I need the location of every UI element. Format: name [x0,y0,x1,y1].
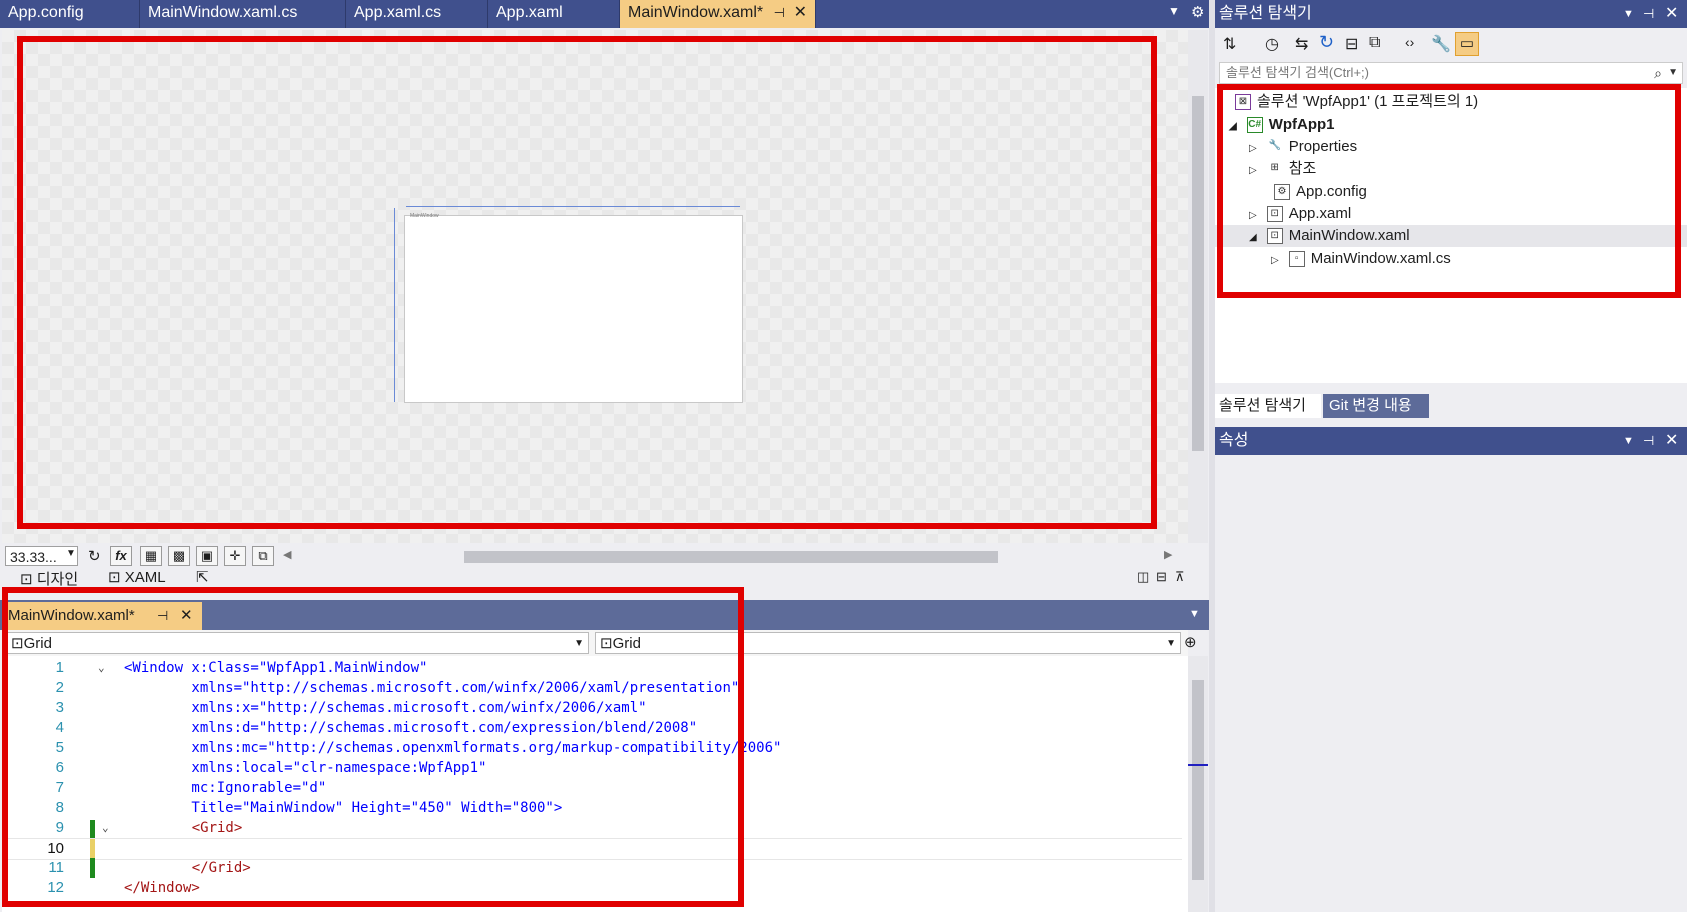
scroll-thumb[interactable] [1192,96,1204,451]
solution-explorer-header: 솔루션 탐색기 ▼ ⊣ ✕ [1215,0,1687,28]
split-horizontal-icon[interactable]: ⊟ [1156,569,1167,585]
popout-xaml-icon[interactable]: ⇱ [196,568,209,586]
split-vertical-icon[interactable]: ◫ [1137,569,1149,585]
code-view-icon[interactable]: ‹› [1405,34,1414,50]
tab-git-changes[interactable]: Git 변경 내용 [1323,394,1429,418]
doc-tab-label: App.config [8,4,84,21]
pin-icon[interactable]: ⊣ [774,0,785,26]
chevron-down-icon: ▼ [1166,638,1176,649]
artboard-background-button[interactable]: ▣ [196,546,218,566]
device-preview-button[interactable]: ⧉ [252,546,274,566]
splitter[interactable] [1209,0,1215,912]
properties-header: 속성 ▼ ⊣ ✕ [1215,427,1687,455]
designer-vertical-scrollbar[interactable] [1188,30,1208,543]
show-all-files-icon[interactable]: ⧉ [1369,34,1380,52]
close-icon[interactable]: ✕ [1665,427,1678,455]
doc-tab-label: MainWindow.xaml.cs [148,4,298,21]
collapse-all-icon[interactable]: ⊟ [1345,34,1358,54]
tab-design-label: 디자인 [36,571,79,588]
tab-label: Git 변경 내용 [1329,397,1412,414]
chevron-down-icon[interactable]: ▼ [66,548,76,559]
design-window-title: MainWindow [410,213,439,219]
solution-bottom-tabs: 솔루션 탐색기 Git 변경 내용 [1215,394,1687,418]
refresh-icon[interactable]: ↻ [88,547,101,565]
search-icon[interactable]: ⌕ [1654,63,1662,83]
tab-xaml[interactable]: ⊡ XAML [108,568,166,586]
zoom-value: 33.33... [10,549,57,565]
dropdown-icon[interactable]: ▼ [1189,608,1200,620]
search-placeholder: 솔루션 탐색기 검색(Ctrl+;) [1226,65,1369,80]
close-icon[interactable]: ✕ [1665,0,1678,28]
tab-solution-explorer[interactable]: 솔루션 탐색기 [1215,394,1321,418]
doc-tab-app-config[interactable]: App.config [0,0,140,28]
gear-icon[interactable]: ⚙ [1191,3,1204,21]
device-icon: ⧉ [258,548,268,563]
right-tool-windows: 솔루션 탐색기 ▼ ⊣ ✕ ⇅ ◷ ⇆ ↻ ⊟ ⧉ ‹› 🔧 ▭ 솔루션 탐색기… [1215,0,1687,912]
crosshair-icon: ✛ [229,548,241,563]
pin-icon[interactable]: ⊣ [1643,0,1654,28]
refresh-icon[interactable]: ↻ [1319,32,1334,53]
grid-toggle-button[interactable]: ▦ [140,546,162,566]
solution-search-input[interactable]: 솔루션 탐색기 검색(Ctrl+;) ⌕ ▼ [1219,62,1683,84]
tab-design[interactable]: ⊡ 디자인 [20,568,78,589]
collapse-pane-icon[interactable]: ⊼ [1175,569,1185,585]
preview-toggle-button[interactable]: ▭ [1455,32,1479,56]
wrench-icon[interactable]: 🔧 [1431,34,1451,54]
doc-tab-mainwindow-xaml-cs[interactable]: MainWindow.xaml.cs [140,0,346,28]
dropdown-icon[interactable]: ▼ [1623,0,1634,28]
horizontal-scroll-thumb[interactable] [464,551,998,563]
dropdown-icon[interactable]: ▼ [1623,427,1634,455]
scroll-thumb[interactable] [1192,680,1204,880]
close-icon[interactable]: ✕ [794,0,807,26]
checker-icon: ▣ [200,548,214,563]
doc-tab-app-xaml-cs[interactable]: App.xaml.cs [346,0,488,28]
snap-grid-button[interactable]: ▩ [168,546,190,566]
snap-lines-button[interactable]: ✛ [224,546,246,566]
design-window-preview[interactable] [404,215,743,403]
highlight-box-xaml [2,587,744,907]
properties-title: 속성 [1219,432,1249,449]
tab-xaml-label: XAML [124,569,166,586]
design-adorner-line [394,208,395,402]
sync-icon[interactable]: ⇆ [1295,34,1308,54]
split-editor-icon[interactable]: ⊕ [1184,633,1197,651]
tab-label: 솔루션 탐색기 [1219,397,1306,414]
effects-toggle-button[interactable]: fx [110,546,132,566]
design-adorner-line [406,206,740,207]
properties-panel [1215,455,1687,912]
fx-icon: fx [115,548,127,563]
dropdown-icon[interactable]: ▼ [1168,4,1180,18]
document-tab-bar: App.config MainWindow.xaml.cs App.xaml.c… [0,0,1215,28]
solution-switch-icon[interactable]: ⇅ [1223,34,1236,54]
grid-icon: ▦ [144,548,158,563]
snap-grid-icon: ▩ [172,548,186,563]
history-icon[interactable]: ◷ [1265,34,1279,54]
doc-tab-mainwindow-xaml[interactable]: MainWindow.xaml* ⊣ ✕ [620,0,816,28]
doc-tab-app-xaml[interactable]: App.xaml [488,0,620,28]
solution-explorer-toolbar: ⇅ ◷ ⇆ ↻ ⊟ ⧉ ‹› 🔧 ▭ [1215,28,1687,60]
highlight-box-solution [1217,84,1681,298]
pin-icon[interactable]: ⊣ [1643,427,1654,455]
doc-tab-label: MainWindow.xaml* [628,4,764,21]
caret-position-marker [1188,764,1208,766]
xaml-icon: ⊡ [108,569,121,586]
design-icon: ⊡ [20,571,33,588]
scroll-left-icon[interactable]: ◀ [283,548,291,561]
chevron-down-icon[interactable]: ▼ [1668,63,1678,83]
solution-explorer-title: 솔루션 탐색기 [1219,5,1312,22]
doc-tab-label: App.xaml.cs [354,4,442,21]
code-vertical-scrollbar[interactable] [1188,656,1208,912]
scroll-right-icon[interactable]: ▶ [1164,548,1172,561]
doc-tab-label: App.xaml [496,4,563,21]
